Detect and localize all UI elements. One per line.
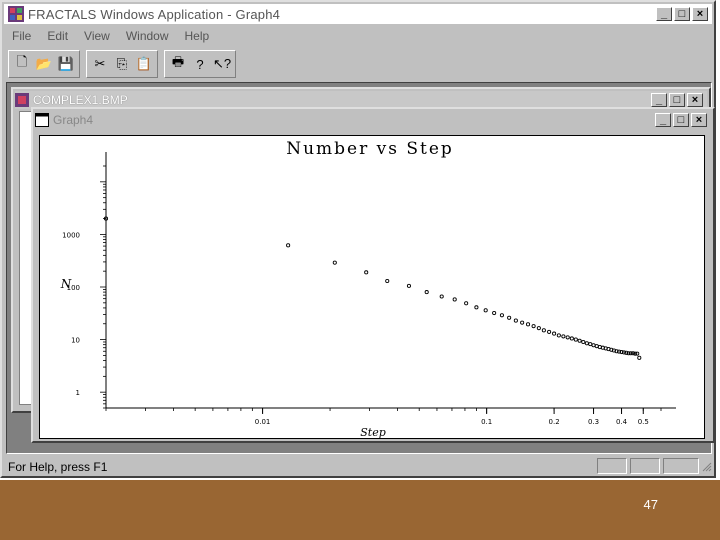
x-tick-label: 0.01 [255, 418, 271, 426]
data-point [452, 297, 457, 302]
data-point [406, 283, 412, 288]
new-icon[interactable]: 🗋 [11, 53, 33, 75]
status-panel-2 [630, 458, 660, 474]
y-tick-label: 10 [71, 337, 80, 345]
save-icon[interactable]: 💾 [55, 53, 77, 75]
y-tick-label: 1000 [62, 231, 80, 239]
open-icon[interactable]: 📂 [33, 53, 55, 75]
graph-window-icon [35, 113, 49, 127]
complex-title: COMPLEX1.BMP [33, 93, 128, 107]
complex-maximize-button[interactable]: □ [669, 93, 685, 107]
data-point [637, 355, 642, 360]
x-axis-label: Step [360, 426, 386, 438]
bitmap-icon [15, 93, 29, 107]
data-point [541, 328, 546, 333]
data-point [385, 278, 390, 284]
minimize-button[interactable]: _ [656, 7, 672, 21]
menu-view[interactable]: View [76, 29, 118, 43]
data-point [492, 310, 497, 316]
graph-titlebar[interactable]: Graph4 _ □ × [35, 111, 711, 129]
chart-axes: 0.01 0.1 0.2 0.3 0.4 0.5 1 10 100 1000 [62, 152, 676, 426]
slide-number: 47 [643, 497, 658, 512]
complex-close-button[interactable]: × [687, 93, 703, 107]
toolbar: 🗋 📂 💾 ✂ ⎘ 📋 🖶 ? ↖? [8, 50, 242, 78]
paste-icon[interactable]: 📋 [133, 53, 155, 75]
close-button[interactable]: × [692, 7, 708, 21]
data-point [573, 337, 578, 342]
data-point [513, 318, 518, 323]
status-bar: For Help, press F1 [2, 456, 718, 478]
data-point [483, 308, 488, 313]
data-point [552, 331, 557, 336]
graph-window: Graph4 _ □ × Number vs Step Step N 0.01 0… [31, 107, 715, 443]
help-icon[interactable]: ? [189, 53, 211, 75]
data-point [525, 322, 531, 327]
y-tick-label: 1 [76, 389, 80, 397]
data-point [464, 301, 469, 306]
x-tick-label: 0.1 [481, 418, 492, 426]
graph-minimize-button[interactable]: _ [655, 113, 671, 127]
status-panel-3 [663, 458, 699, 474]
context-help-icon[interactable]: ↖? [211, 53, 233, 75]
edit-tool-group: ✂ ⎘ 📋 [86, 50, 158, 78]
number-vs-step-chart: Number vs Step Step N 0.01 0.1 0.2 0.3 0.4 0.… [60, 139, 676, 439]
resize-grip-icon[interactable] [702, 458, 712, 474]
data-points [103, 216, 642, 360]
print-icon[interactable]: 🖶 [167, 53, 189, 75]
graph-close-button[interactable]: × [691, 113, 707, 127]
chart-title: Number vs Step [286, 139, 454, 159]
menu-window[interactable]: Window [118, 29, 177, 43]
menu-file[interactable]: File [4, 29, 39, 43]
graph-maximize-button[interactable]: □ [673, 113, 689, 127]
data-point [520, 320, 525, 325]
maximize-button[interactable]: □ [674, 7, 690, 21]
mdi-client-area: COMPLEX1.BMP _ □ × Graph4 _ □ × Number v… [6, 82, 715, 454]
help-tool-group: 🖶 ? ↖? [164, 50, 236, 78]
menu-bar: File Edit View Window Help [4, 26, 217, 46]
data-point [569, 336, 574, 341]
data-point [588, 342, 593, 347]
data-point [584, 341, 589, 346]
data-point [499, 313, 504, 318]
data-point [577, 338, 582, 343]
app-window: FRACTALS Windows Application - Graph4 _ … [0, 0, 716, 478]
data-point [556, 333, 561, 338]
x-tick-label: 0.2 [549, 418, 560, 426]
data-point [332, 260, 337, 265]
data-point [581, 339, 586, 345]
data-point [424, 290, 429, 295]
fractal-app-icon [8, 6, 24, 22]
data-point [286, 243, 291, 248]
x-tick-label: 0.4 [616, 418, 628, 426]
complex-minimize-button[interactable]: _ [651, 93, 667, 107]
data-point [474, 305, 479, 310]
data-point [561, 334, 566, 339]
menu-help[interactable]: Help [177, 29, 218, 43]
data-point [591, 343, 596, 348]
data-point [364, 270, 369, 275]
data-point [547, 329, 552, 334]
data-point [507, 315, 512, 320]
menu-edit[interactable]: Edit [39, 29, 76, 43]
app-title: FRACTALS Windows Application - Graph4 [28, 6, 281, 22]
data-point [635, 351, 640, 356]
data-point [536, 326, 541, 331]
status-text: For Help, press F1 [8, 460, 108, 474]
plot-frame: Number vs Step Step N 0.01 0.1 0.2 0.3 0.4 0.… [39, 135, 705, 439]
cut-icon[interactable]: ✂ [89, 53, 111, 75]
data-point [565, 335, 570, 340]
x-tick-label: 0.3 [588, 418, 599, 426]
data-point [531, 324, 536, 329]
data-point [439, 294, 444, 299]
file-tool-group: 🗋 📂 💾 [8, 50, 80, 78]
status-panel-1 [597, 458, 627, 474]
x-tick-label: 0.5 [638, 418, 649, 426]
graph-title: Graph4 [53, 113, 94, 127]
copy-icon[interactable]: ⎘ [111, 53, 133, 75]
app-titlebar[interactable]: FRACTALS Windows Application - Graph4 _ … [4, 4, 712, 24]
y-tick-label: 100 [67, 284, 80, 292]
slide-footer: 47 [0, 480, 720, 540]
